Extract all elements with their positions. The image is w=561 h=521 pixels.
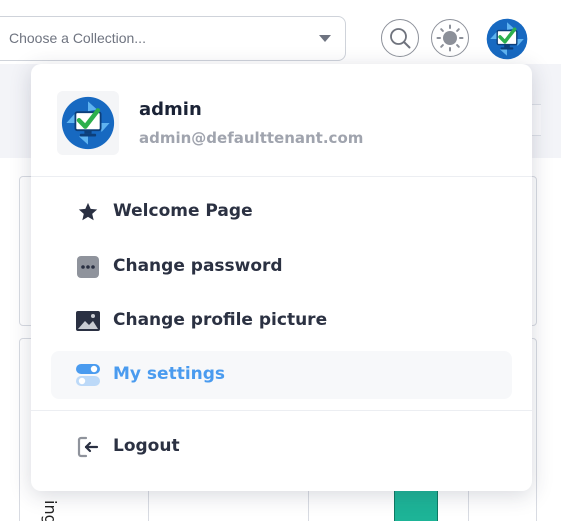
user-menu-dropdown: admin admin@defaulttenant.com Welcome Pa…: [31, 64, 532, 491]
password-dots-icon: [77, 256, 99, 278]
avatar-logo-icon: [486, 18, 528, 60]
search-button[interactable]: [381, 19, 419, 57]
menu-item-change-password[interactable]: Change password: [51, 243, 512, 291]
menu-item-label: Change profile picture: [113, 310, 328, 330]
chart-gridline: [148, 486, 149, 521]
menu-item-label: My settings: [113, 364, 226, 384]
chart-bar: [394, 488, 438, 521]
avatar: [57, 91, 119, 155]
image-icon: [76, 311, 100, 331]
collection-select[interactable]: Choose a Collection...: [0, 16, 346, 61]
avatar-logo-icon: [61, 96, 115, 150]
menu-item-welcome-page[interactable]: Welcome Page: [51, 188, 512, 236]
menu-item-label: Welcome Page: [113, 201, 253, 221]
chevron-down-icon: [319, 35, 331, 42]
user-name: admin: [139, 99, 202, 120]
menu-item-change-profile-picture[interactable]: Change profile picture: [51, 297, 512, 345]
menu-item-label: Change password: [113, 256, 283, 276]
toggles-icon: [76, 364, 100, 386]
collection-select-placeholder: Choose a Collection...: [9, 30, 146, 46]
menu-divider: [31, 176, 532, 177]
sun-icon: [436, 24, 464, 52]
search-icon: [390, 28, 411, 49]
user-avatar-button[interactable]: [486, 18, 528, 60]
theme-toggle-button[interactable]: [431, 19, 469, 57]
menu-item-my-settings[interactable]: My settings: [51, 351, 512, 399]
chart-gridline: [468, 486, 469, 521]
menu-item-label: Logout: [113, 436, 180, 456]
chart-axis-label: ing: [41, 500, 60, 521]
chart-gridline: [308, 486, 309, 521]
user-menu-header: admin admin@defaulttenant.com: [31, 64, 532, 177]
menu-divider: [31, 410, 532, 411]
menu-item-logout[interactable]: Logout: [51, 423, 512, 471]
user-email: admin@defaulttenant.com: [139, 129, 364, 147]
logout-icon: [77, 436, 99, 458]
star-icon: [78, 202, 98, 221]
